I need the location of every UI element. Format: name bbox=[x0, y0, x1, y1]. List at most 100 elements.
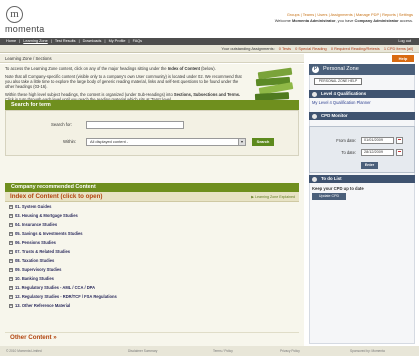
level4-planner-link[interactable]: My Level 4 Qualification Planner bbox=[312, 100, 371, 105]
index-item-label[interactable]: 05. Savings & Investments Studies bbox=[15, 231, 83, 236]
company-recommended-title: Company recommended Content bbox=[5, 183, 299, 192]
nav-separator: | bbox=[19, 39, 21, 43]
footer-copyright: © 2010 Momenta Limited bbox=[6, 349, 42, 353]
expand-plus-icon[interactable]: + bbox=[9, 213, 13, 218]
other-content-link[interactable]: Other Content » bbox=[5, 332, 299, 342]
index-item-label[interactable]: 03. Housing & Mortgage Studies bbox=[15, 213, 78, 218]
cpd-monitor-panel: From date: 01/01/2009 To date: 28/12/200… bbox=[309, 126, 415, 173]
help-button[interactable]: Help bbox=[392, 55, 414, 62]
cpd-monitor-title: CPD Monitor bbox=[321, 113, 348, 118]
index-item[interactable]: +05. Savings & Investments Studies bbox=[9, 230, 83, 238]
index-header: Index of Content (click to open) ▶ Learn… bbox=[5, 192, 299, 202]
calendar-icon[interactable] bbox=[396, 149, 403, 156]
expand-plus-icon[interactable]: + bbox=[9, 231, 13, 236]
index-item-label[interactable]: 01. System Guides bbox=[15, 204, 51, 209]
logo-text[interactable]: momenta bbox=[5, 24, 45, 34]
within-select[interactable]: All displayed content - ▼ bbox=[86, 138, 246, 146]
index-item[interactable]: +09. Supervisory Studies bbox=[9, 266, 61, 274]
admin-links[interactable]: Groups | Teams | Users | Assignments | M… bbox=[287, 12, 413, 17]
main-navigation: Home | Learning Zone | Test Results | Do… bbox=[0, 38, 419, 45]
personal-zone-help-button[interactable]: PERSONAL ZONE HELP bbox=[314, 78, 362, 85]
logout-link[interactable]: Log out bbox=[398, 38, 411, 45]
footer-privacy-link[interactable]: Privacy Policy bbox=[280, 346, 300, 356]
todo-title: To do List bbox=[321, 176, 342, 181]
index-item[interactable]: +06. Pensions Studies bbox=[9, 239, 56, 247]
index-item[interactable]: +11. Regulatory Studies - AML / CCA / DP… bbox=[9, 284, 95, 292]
from-date-label: From date: bbox=[336, 138, 356, 143]
expand-plus-icon[interactable]: + bbox=[9, 240, 13, 245]
header: m momenta Groups | Teams | Users | Assig… bbox=[0, 0, 419, 38]
todo-icon bbox=[312, 176, 317, 182]
welcome-company: Company Administrator bbox=[354, 18, 399, 23]
nav-my-profile[interactable]: My Profile bbox=[109, 39, 126, 43]
todo-item-text: Keep your CPD up to date bbox=[312, 186, 364, 191]
expand-plus-icon[interactable]: + bbox=[9, 204, 13, 209]
welcome-mid: , you have bbox=[335, 18, 354, 23]
to-date-input[interactable]: 28/12/2009 bbox=[361, 149, 394, 156]
nav-faqs[interactable]: FAQs bbox=[133, 39, 143, 43]
index-item-label[interactable]: 11. Regulatory Studies - AML / CCA / DPA bbox=[15, 285, 95, 290]
logo-mark[interactable]: m bbox=[6, 6, 23, 23]
index-item[interactable]: +10. Banking Studies bbox=[9, 275, 54, 283]
footer-terms-link[interactable]: Terms / Policy bbox=[213, 346, 233, 356]
to-date-label: To date: bbox=[341, 150, 356, 155]
from-date-input[interactable]: 01/01/2009 bbox=[361, 137, 394, 144]
search-button[interactable]: Search bbox=[252, 138, 274, 146]
nav-separator: | bbox=[128, 39, 130, 43]
assignment-tests[interactable]: 0 Tests bbox=[279, 46, 291, 51]
search-input[interactable] bbox=[86, 121, 184, 129]
intro-p1-start: To access the Learning Zone content, cli… bbox=[5, 66, 167, 71]
expand-plus-icon[interactable]: + bbox=[9, 294, 13, 299]
index-item[interactable]: +08. Taxation Studies bbox=[9, 257, 54, 265]
index-item-label[interactable]: 13. Other Reference Material bbox=[15, 303, 70, 308]
nav-test-results[interactable]: Test Results bbox=[55, 39, 76, 43]
index-item[interactable]: +12. Regulatory Studies - RDR/TCF / FSA … bbox=[9, 293, 117, 301]
calendar-icon[interactable] bbox=[396, 137, 403, 144]
index-item-label[interactable]: 06. Pensions Studies bbox=[15, 240, 56, 245]
expand-plus-icon[interactable]: + bbox=[9, 222, 13, 227]
index-item-label[interactable]: 10. Banking Studies bbox=[15, 276, 54, 281]
expand-plus-icon[interactable]: + bbox=[9, 258, 13, 263]
assignments-label: Your outstanding Assignments: bbox=[221, 46, 275, 51]
breadcrumb: Learning Zone / Sections bbox=[0, 54, 304, 63]
chevron-down-icon[interactable]: ▼ bbox=[238, 139, 245, 145]
level4-header: Level 4 Qualifications bbox=[309, 90, 415, 98]
index-item-label[interactable]: 08. Taxation Studies bbox=[15, 258, 54, 263]
footer-disclaimer-link[interactable]: Disclaimer Summary bbox=[128, 346, 157, 356]
index-item[interactable]: +13. Other Reference Material bbox=[9, 302, 70, 310]
index-item-label[interactable]: 04. Insurance Studies bbox=[15, 222, 57, 227]
expand-plus-icon[interactable]: + bbox=[9, 249, 13, 254]
within-selected-value: All displayed content - bbox=[90, 139, 129, 144]
expand-plus-icon[interactable]: + bbox=[9, 267, 13, 272]
index-item[interactable]: +04. Insurance Studies bbox=[9, 221, 57, 229]
expand-plus-icon[interactable]: + bbox=[9, 285, 13, 290]
nav-learning-zone[interactable]: Learning Zone bbox=[23, 39, 48, 43]
nav-downloads[interactable]: Downloads bbox=[83, 39, 102, 43]
update-cpd-button[interactable]: Update CPD bbox=[312, 193, 346, 200]
personal-zone-header: P Personal Zone bbox=[309, 64, 415, 75]
index-item[interactable]: +01. System Guides bbox=[9, 203, 51, 211]
level4-title: Level 4 Qualifications bbox=[321, 91, 367, 96]
nav-separator: | bbox=[50, 39, 52, 43]
expand-plus-icon[interactable]: + bbox=[9, 276, 13, 281]
nav-separator: | bbox=[104, 39, 106, 43]
cpd-enter-button[interactable]: Enter bbox=[361, 162, 378, 169]
intro-p1-end: (below). bbox=[201, 66, 216, 71]
assignment-cpd-items[interactable]: 1 CPD Items [all] bbox=[384, 46, 413, 51]
assignment-special-reading[interactable]: 0 Special Reading bbox=[295, 46, 327, 51]
welcome-message: Welcome Momenta Administrator, you have … bbox=[275, 18, 413, 23]
index-item[interactable]: +03. Housing & Mortgage Studies bbox=[9, 212, 78, 220]
index-item-label[interactable]: 09. Supervisory Studies bbox=[15, 267, 61, 272]
search-panel: Search for: Within: All displayed conten… bbox=[5, 110, 299, 156]
cpd-monitor-icon bbox=[312, 113, 317, 119]
index-item-label[interactable]: 07. Trusts & Related Studies bbox=[15, 249, 70, 254]
intro-p1-bold: Index of Content bbox=[167, 66, 201, 71]
index-title: Index of Content (click to open) bbox=[10, 193, 103, 200]
index-item-label[interactable]: 12. Regulatory Studies - RDR/TCF / FSA R… bbox=[15, 294, 117, 299]
learning-zone-explained-link[interactable]: ▶ Learning Zone Explained bbox=[251, 195, 295, 199]
nav-home[interactable]: Home bbox=[6, 39, 16, 43]
assignment-required-reading[interactable]: 0 Required Reading/Retests bbox=[331, 46, 380, 51]
index-list: +01. System Guides +03. Housing & Mortga… bbox=[5, 203, 299, 333]
expand-plus-icon[interactable]: + bbox=[9, 303, 13, 308]
index-item[interactable]: +07. Trusts & Related Studies bbox=[9, 248, 70, 256]
